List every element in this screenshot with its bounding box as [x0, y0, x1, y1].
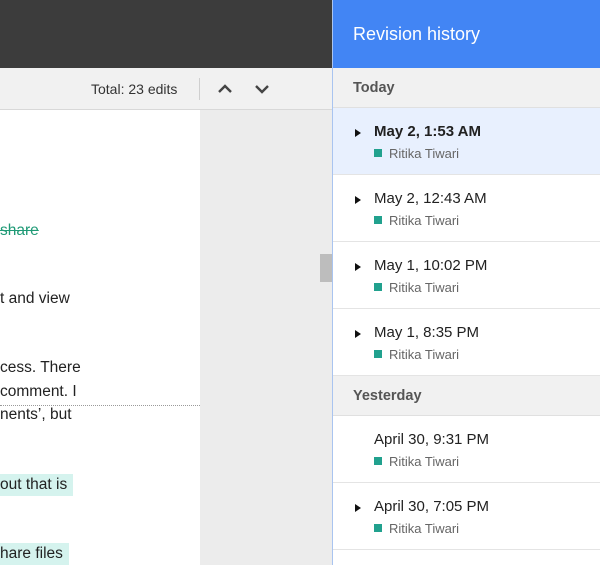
revision-toolbar: Total: 23 edits — [0, 68, 332, 110]
next-edit-button[interactable] — [250, 77, 274, 101]
document-page[interactable]: share t and view cess. There comment. I … — [0, 110, 200, 565]
author-color-swatch — [374, 350, 382, 358]
revision-date: April 30, 7:05 PM — [374, 498, 490, 515]
revision-date: May 2, 1:53 AM — [374, 123, 481, 140]
author-name: Ritika Tiwari — [389, 521, 460, 536]
revision-item[interactable]: April 30, 9:31 PM Ritika Tiwari — [333, 416, 600, 483]
document-text-line: cess. There — [0, 359, 81, 376]
document-text-line: nents’, but — [0, 406, 72, 423]
revision-date: May 2, 12:43 AM — [374, 190, 487, 207]
revision-item[interactable]: May 1, 8:35 PM Ritika Tiwari — [333, 309, 600, 376]
app-top-bar — [0, 0, 332, 68]
revision-date: April 30, 9:31 PM — [374, 431, 490, 448]
revision-author: Ritika Tiwari — [374, 347, 459, 362]
revision-item[interactable]: April 30, 7:05 PM Ritika Tiwari — [333, 483, 600, 550]
revision-author: Ritika Tiwari — [374, 146, 459, 161]
author-name: Ritika Tiwari — [389, 213, 460, 228]
inserted-text: out that is — [0, 474, 74, 496]
revision-item[interactable]: May 2, 12:43 AM Ritika Tiwari — [333, 175, 600, 242]
expand-triangle-icon[interactable] — [355, 263, 361, 271]
revision-author: Ritika Tiwari — [374, 280, 459, 295]
expand-triangle-icon[interactable] — [355, 196, 361, 204]
document-text-line: t and view — [0, 290, 70, 307]
group-header-yesterday: Yesterday — [333, 376, 600, 416]
toolbar-divider — [199, 78, 200, 100]
author-color-swatch — [374, 283, 382, 291]
revision-author: Ritika Tiwari — [374, 521, 459, 536]
revision-author: Ritika Tiwari — [374, 454, 459, 469]
revision-item[interactable]: May 2, 1:53 AM Ritika Tiwari — [333, 108, 600, 175]
author-name: Ritika Tiwari — [389, 280, 460, 295]
inserted-text: hare files — [0, 543, 69, 565]
author-color-swatch — [374, 457, 382, 465]
chevron-down-icon — [255, 85, 269, 94]
expand-triangle-icon[interactable] — [355, 330, 361, 338]
revision-date: May 1, 8:35 PM — [374, 324, 480, 341]
total-edits-label: Total: 23 edits — [91, 81, 178, 97]
scrollbar-thumb[interactable] — [320, 254, 332, 282]
deleted-text: share — [0, 222, 39, 239]
author-color-swatch — [374, 149, 382, 157]
panel-title: Revision history — [333, 0, 600, 68]
author-name: Ritika Tiwari — [389, 347, 460, 362]
revision-author: Ritika Tiwari — [374, 213, 459, 228]
document-gutter — [200, 110, 332, 565]
previous-edit-button[interactable] — [213, 77, 237, 101]
revision-history-panel: Revision history Today May 2, 1:53 AM Ri… — [332, 0, 600, 565]
author-color-swatch — [374, 216, 382, 224]
expand-triangle-icon[interactable] — [355, 504, 361, 512]
author-name: Ritika Tiwari — [389, 454, 460, 469]
author-name: Ritika Tiwari — [389, 146, 460, 161]
group-header-today: Today — [333, 68, 600, 108]
revision-item[interactable]: May 1, 10:02 PM Ritika Tiwari — [333, 242, 600, 309]
revision-date: May 1, 10:02 PM — [374, 257, 488, 274]
expand-triangle-icon[interactable] — [355, 129, 361, 137]
document-text-line: comment. I — [0, 383, 77, 400]
author-color-swatch — [374, 524, 382, 532]
chevron-up-icon — [218, 84, 232, 93]
